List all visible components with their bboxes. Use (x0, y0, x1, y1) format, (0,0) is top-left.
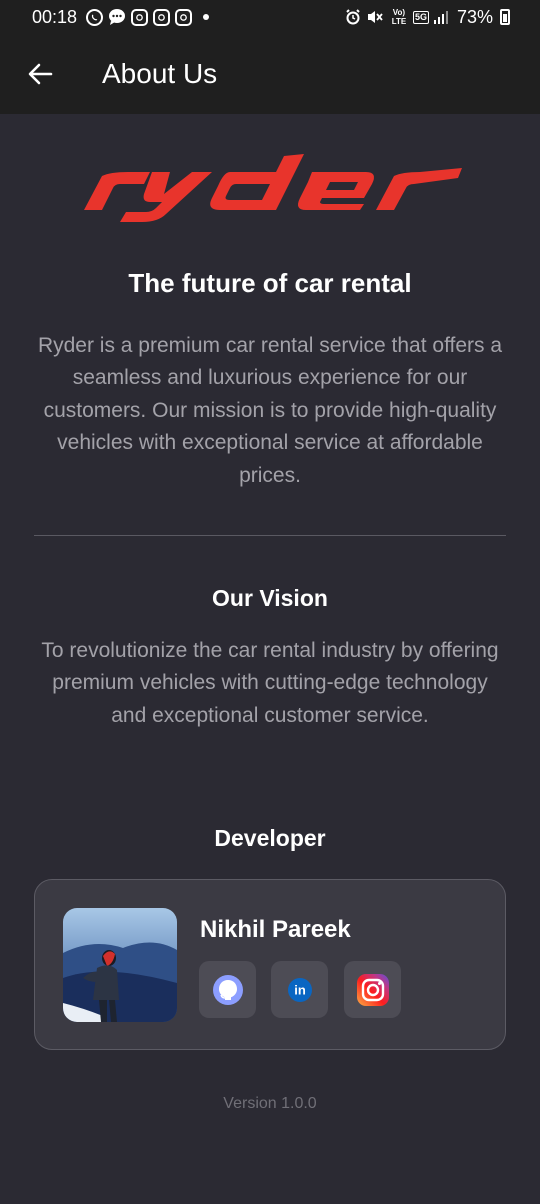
battery-percent: 73% (456, 6, 493, 27)
linkedin-icon-label: in (294, 982, 306, 997)
github-icon (212, 974, 243, 1005)
volte-label: Vo) LTE (391, 8, 407, 26)
app-version: Version 1.0.0 (223, 1095, 317, 1112)
instagram-notification-icon (175, 8, 193, 26)
instagram-notification-icon (153, 8, 171, 26)
ryder-logo (80, 150, 464, 230)
instagram-icon (356, 973, 389, 1006)
section-divider (34, 535, 506, 536)
app-bar: About Us (0, 34, 540, 114)
developer-avatar (63, 908, 177, 1022)
mute-icon (367, 8, 385, 26)
status-time: 00:18 (32, 6, 78, 27)
developer-photo (63, 908, 177, 1022)
whatsapp-icon (86, 8, 104, 26)
developer-name: Nikhil Pareek (200, 916, 351, 943)
message-icon (108, 8, 126, 26)
tagline: The future of car rental (128, 268, 412, 298)
linkedin-icon: in (287, 977, 312, 1002)
github-link-button[interactable] (199, 961, 256, 1018)
vision-text: To revolutionize the car rental industry… (41, 639, 499, 727)
status-bar-left: 00:18 (32, 6, 210, 28)
ryder-logo-graphic (84, 154, 462, 222)
developer-card: Nikhil Pareek in (34, 879, 506, 1050)
network-type-label: 5G (412, 10, 429, 24)
developer-section-title: Developer (214, 825, 326, 851)
instagram-link-button[interactable] (344, 961, 401, 1018)
battery-icon (500, 9, 510, 25)
arrow-left-icon (28, 63, 53, 85)
back-button[interactable] (20, 54, 60, 94)
signal-icon (433, 10, 448, 24)
page-title: About Us (102, 58, 218, 89)
instagram-notification-icon (131, 8, 149, 26)
status-bar: 00:18 Vo) LTE 5G 73% (0, 0, 540, 34)
more-notifications-dot (203, 14, 210, 20)
status-bar-right: Vo) LTE 5G 73% (344, 7, 510, 28)
linkedin-link-button[interactable]: in (271, 961, 328, 1018)
alarm-icon (344, 8, 362, 26)
vision-title: Our Vision (212, 585, 328, 611)
about-description: Ryder is a premium car rental service th… (37, 334, 503, 487)
